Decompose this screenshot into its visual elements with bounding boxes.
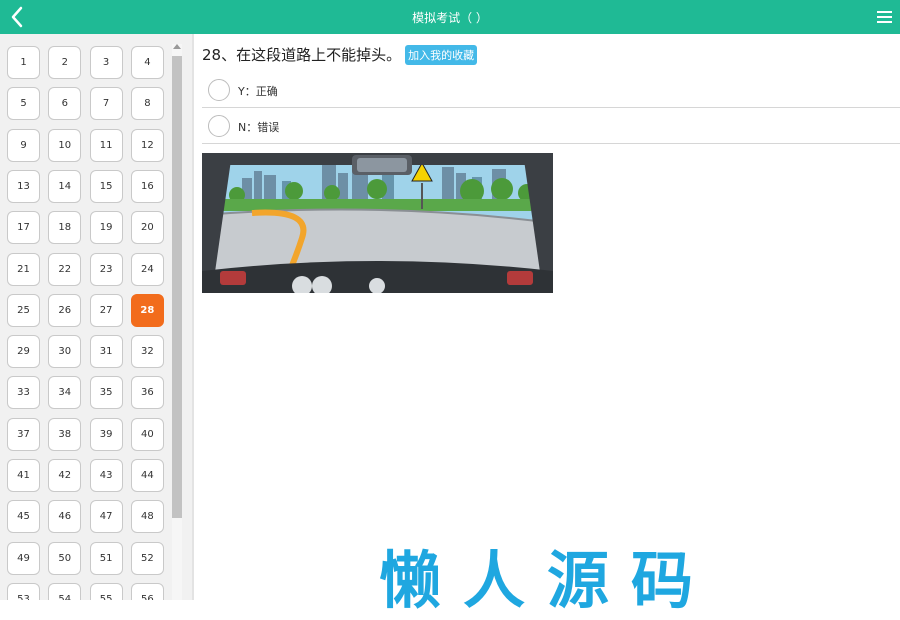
question-number-1[interactable]: 1 [7,46,40,79]
scroll-up-icon[interactable] [173,44,181,49]
question-number-23[interactable]: 23 [89,252,123,286]
question-number-27[interactable]: 27 [89,293,123,327]
question-number-30[interactable]: 30 [48,335,82,369]
menu-button[interactable] [877,11,892,25]
question-number-26[interactable]: 26 [48,293,82,327]
hamburger-menu-icon [877,11,892,13]
question-number-4[interactable]: 4 [130,46,164,79]
question-number-44[interactable]: 44 [130,459,164,492]
question-number-40[interactable]: 40 [130,417,164,451]
question-number-35[interactable]: 35 [89,376,123,410]
question-number-54[interactable]: 54 [48,582,82,600]
question-number-42[interactable]: 42 [48,459,82,492]
question-number-21[interactable]: 21 [7,252,40,286]
question-panel: 28、在这段道路上不能掉头。 加入我的收藏 Y：正确 N：错误 [194,34,900,600]
question-number-28[interactable]: 28 [130,293,164,327]
question-number-47[interactable]: 47 [89,500,123,534]
add-favorite-button[interactable]: 加入我的收藏 [405,44,478,65]
question-number-45[interactable]: 45 [7,500,40,534]
question-number-50[interactable]: 50 [48,541,82,575]
radio-button[interactable] [208,115,230,137]
option-yes[interactable]: Y：正确 [202,72,900,108]
option-no[interactable]: N：错误 [202,108,900,144]
question-number-24[interactable]: 24 [130,252,164,286]
question-number-14[interactable]: 14 [48,169,82,203]
scrollbar-thumb[interactable] [172,56,182,518]
question-number-20[interactable]: 20 [130,211,164,245]
question-number-8[interactable]: 8 [130,87,164,121]
question-number-2[interactable]: 2 [48,46,82,79]
question-number-38[interactable]: 38 [48,417,82,451]
question-number-15[interactable]: 15 [89,169,123,203]
question-number-9[interactable]: 9 [7,128,40,162]
question-number-16[interactable]: 16 [130,169,164,203]
option-label: N：错误 [238,121,280,134]
question-number-13[interactable]: 13 [7,169,40,203]
app-header: 模拟考试（ ） [0,0,900,34]
question-index-sidebar: 1 2 3 4 5 6 7 8 9 10 11 12 13 14 15 16 17 18 19 20 21 22 23 24 2… [0,34,192,600]
question-number-34[interactable]: 34 [48,376,82,410]
question-number-55[interactable]: 55 [89,582,123,600]
watermark-text: 懒人源码 [378,544,715,617]
question-number-41[interactable]: 41 [7,459,40,492]
question-number-51[interactable]: 51 [89,541,123,575]
question-number-56[interactable]: 56 [130,582,164,600]
question-number-5[interactable]: 5 [7,87,40,121]
question-number-29[interactable]: 29 [7,335,40,369]
option-label: Y：正确 [238,85,278,98]
question-number-37[interactable]: 37 [7,417,40,451]
question-number-43[interactable]: 43 [89,459,123,492]
question-number-36[interactable]: 36 [130,376,164,410]
sidebar-scrollbar[interactable] [172,44,182,600]
question-number-53[interactable]: 53 [7,582,40,600]
page-title: 模拟考试（ ） [412,11,488,25]
question-number-17[interactable]: 17 [7,211,40,245]
question-number-11[interactable]: 11 [89,128,123,162]
question-number-12[interactable]: 12 [130,128,164,162]
question-number-18[interactable]: 18 [48,211,82,245]
question-number-33[interactable]: 33 [7,376,40,410]
question-number-7[interactable]: 7 [89,87,123,121]
question-number-3[interactable]: 3 [89,46,123,79]
question-number-6[interactable]: 6 [48,87,82,121]
question-number-19[interactable]: 19 [89,211,123,245]
question-title: 28、在这段道路上不能掉头。 加入我的收藏 [202,44,478,65]
question-number-46[interactable]: 46 [48,500,82,534]
question-number-48[interactable]: 48 [130,500,164,534]
question-number-49[interactable]: 49 [7,541,40,575]
question-number-25[interactable]: 25 [7,293,40,327]
question-number-32[interactable]: 32 [130,335,164,369]
question-text: 28、在这段道路上不能掉头。 [202,46,402,64]
question-number-10[interactable]: 10 [48,128,82,162]
question-number-31[interactable]: 31 [89,335,123,369]
question-number-22[interactable]: 22 [48,252,82,286]
question-number-39[interactable]: 39 [89,417,123,451]
question-number-52[interactable]: 52 [130,541,164,575]
road-scene-image [202,153,553,293]
radio-button[interactable] [208,79,230,101]
